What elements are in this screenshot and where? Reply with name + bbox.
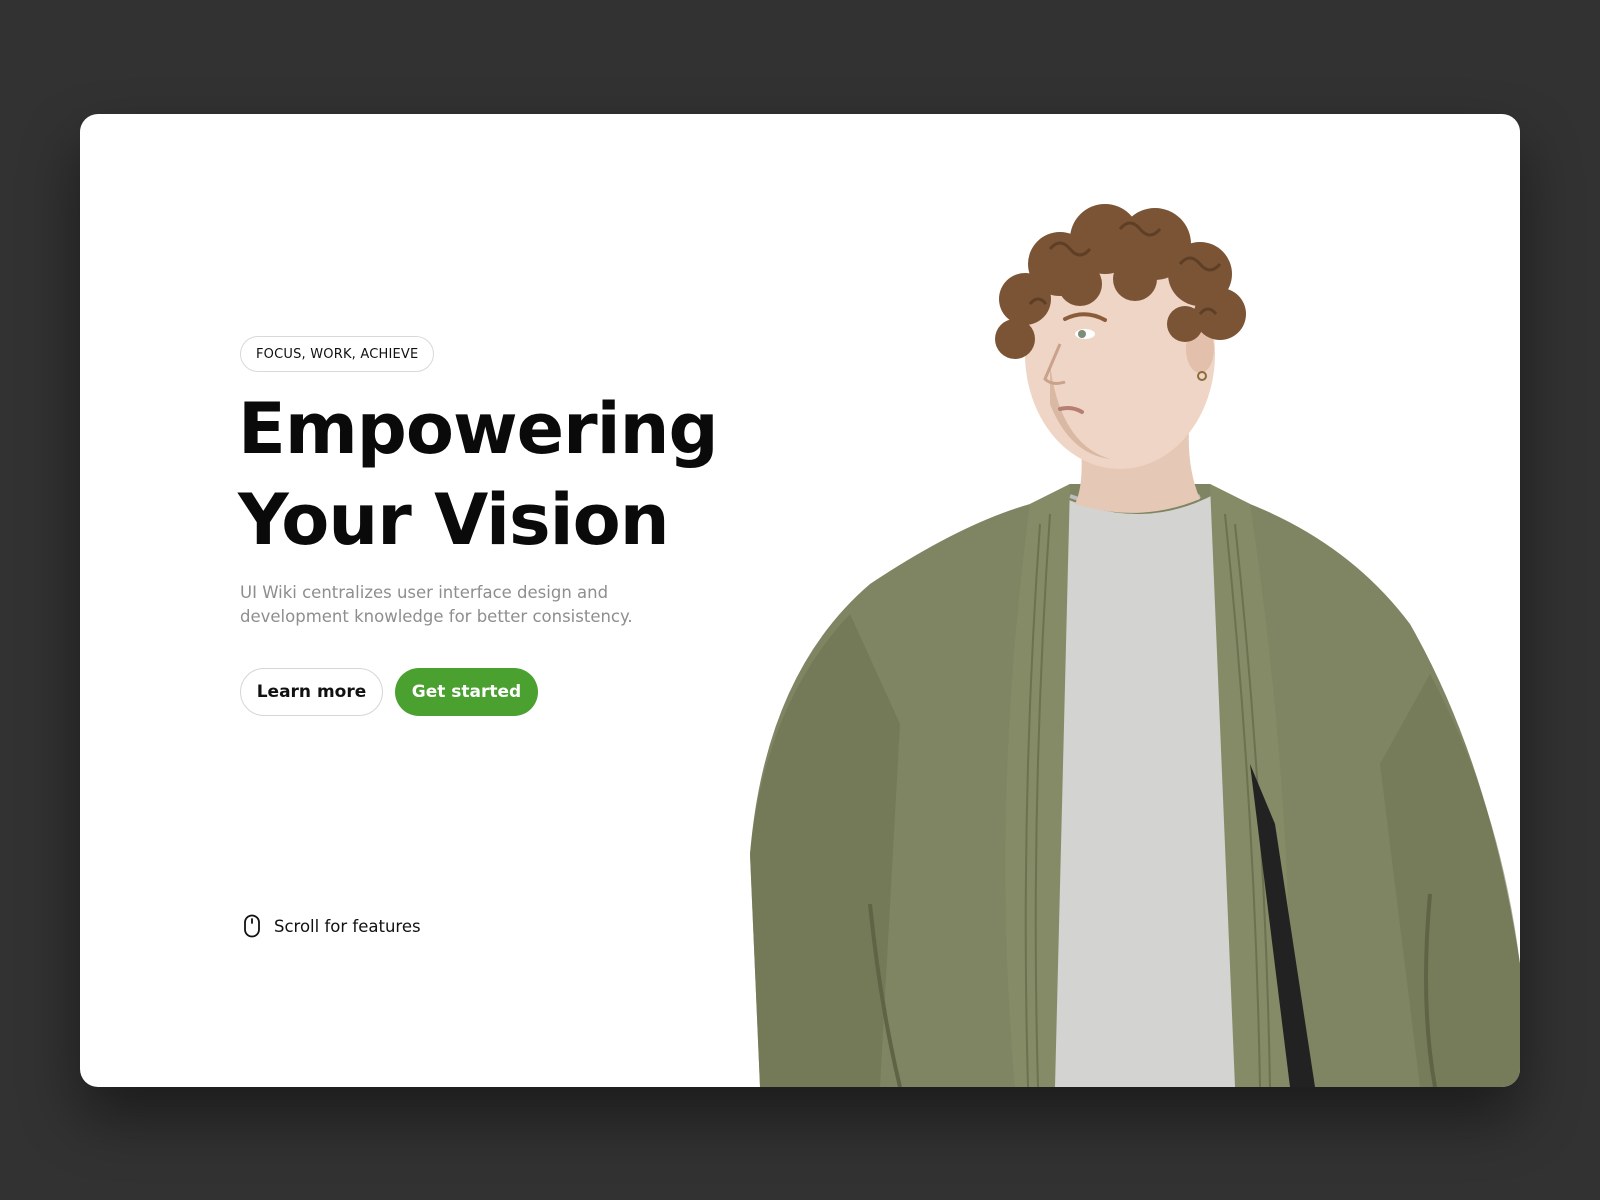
- scroll-hint-label: Scroll for features: [274, 916, 421, 936]
- headline-line-2: Your Vision: [238, 479, 670, 561]
- hero-card: FOCUS, WORK, ACHIEVE Empowering Your Vis…: [80, 114, 1520, 1087]
- mouse-icon: [240, 914, 264, 938]
- tagline-text: FOCUS, WORK, ACHIEVE: [256, 346, 419, 362]
- hero-person-image: [750, 204, 1520, 1087]
- hero-headline: Empowering Your Vision: [238, 384, 719, 566]
- learn-more-button[interactable]: Learn more: [240, 668, 383, 716]
- scroll-hint[interactable]: Scroll for features: [240, 914, 421, 938]
- headline-line-1: Empowering: [238, 388, 719, 470]
- get-started-button[interactable]: Get started: [395, 668, 538, 716]
- tagline-badge: FOCUS, WORK, ACHIEVE: [240, 336, 435, 372]
- hero-subtitle: UI Wiki centralizes user interface desig…: [240, 583, 633, 626]
